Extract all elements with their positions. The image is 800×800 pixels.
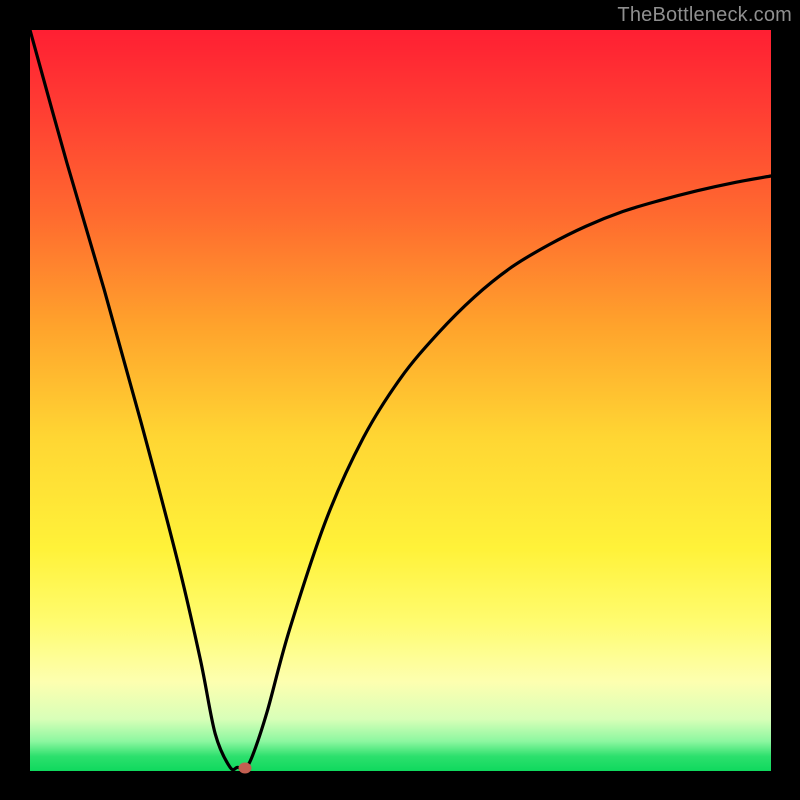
watermark-text: TheBottleneck.com — [617, 4, 792, 27]
curve-svg — [30, 30, 771, 771]
minimum-marker — [238, 763, 251, 774]
chart-stage: TheBottleneck.com — [0, 0, 800, 800]
bottleneck-curve-path — [30, 30, 771, 770]
plot-area — [30, 30, 771, 771]
